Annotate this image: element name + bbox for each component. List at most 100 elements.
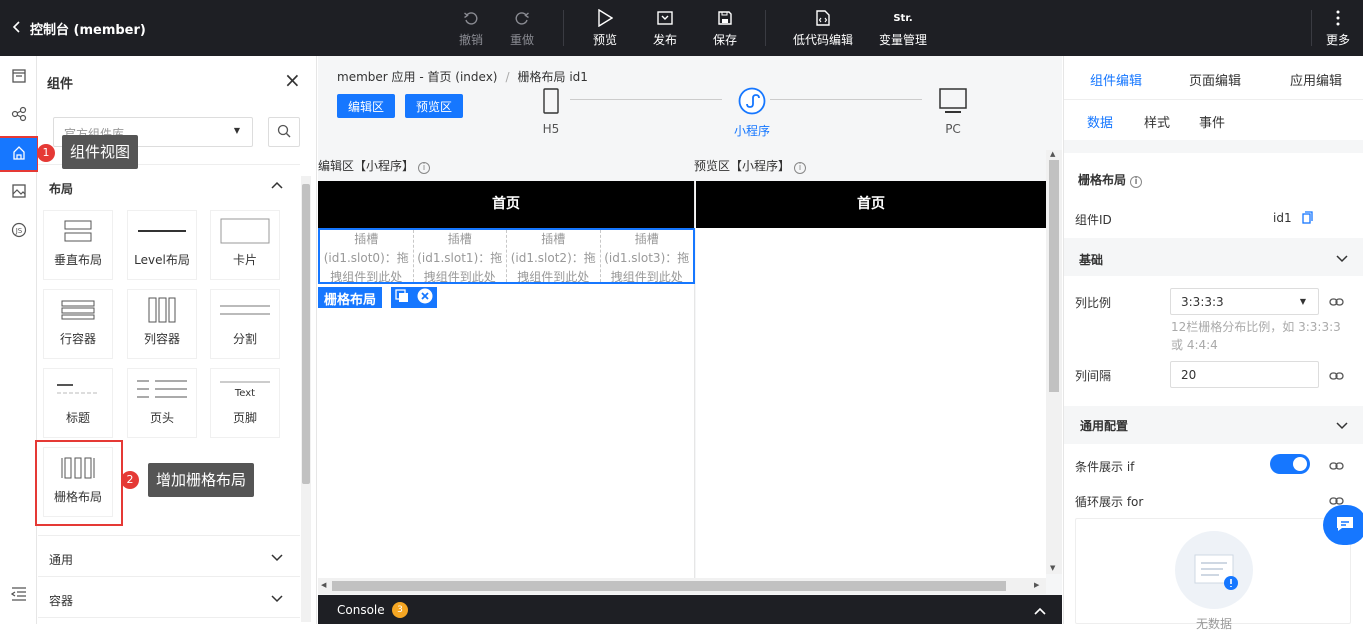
preview-zone-button[interactable]: 预览区 [405,94,464,118]
comp-header[interactable]: 页头 [127,368,197,438]
rail-tree[interactable] [0,100,37,130]
scroll-thumb[interactable] [1049,160,1059,392]
publish-button[interactable]: 发布 [635,8,695,48]
chevron-down-icon[interactable] [271,551,283,565]
info-icon[interactable]: i [794,162,807,174]
scroll-down-arrow-icon[interactable]: ▼ [1050,564,1055,572]
device-label: H5 [542,122,560,136]
back-button[interactable]: 控制台 (member) [12,19,146,38]
variable-str-icon: Str. [893,12,913,24]
device-miniprogram[interactable]: 小程序 [722,86,782,139]
preview-zone-text: 预览区【小程序】 [694,159,791,173]
edit-zone-button[interactable]: 编辑区 [337,94,396,118]
comp-heading[interactable]: 标题 [43,368,113,438]
scroll-left-arrow-icon[interactable]: ◀ [321,581,326,589]
rail-scripts[interactable]: JS [0,216,37,246]
more-button[interactable]: 更多 [1308,8,1363,48]
grid-selection-tag[interactable]: 栅格布局 [318,287,383,308]
tab-page-edit[interactable]: 页面编辑 [1189,70,1241,89]
chevron-up-icon[interactable] [1034,604,1046,618]
tab-component-edit[interactable]: 组件编辑 [1090,70,1142,89]
link-icon[interactable] [1329,296,1344,310]
rail-assets[interactable] [0,177,37,207]
scroll-up-arrow-icon[interactable]: ▲ [1050,150,1055,158]
grid-layout-block[interactable]: 插槽 (id1.slot0)：拖 拽组件到此处 插槽 (id1.slot1)：拖 拽组件… [318,228,695,284]
link-icon[interactable] [1329,460,1344,474]
subtab-data[interactable]: 数据 [1087,112,1113,131]
rail-collapse[interactable] [0,580,37,610]
device-pc[interactable]: PC [933,86,973,136]
chat-icon [1336,516,1354,535]
component-name: 栅格布局 [1078,173,1127,187]
device-label: 小程序 [733,124,770,138]
group-container-title: 容器 [49,594,74,608]
chevron-down-icon[interactable] [1336,419,1348,433]
info-icon[interactable]: i [1130,176,1143,188]
edit-canvas[interactable]: 首页 插槽 (id1.slot0)：拖 拽组件到此处 插槽 (id1.slot1)：拖… [318,181,695,578]
breadcrumb-app[interactable]: member 应用 - 首页 (index) [337,70,497,84]
scroll-thumb[interactable] [332,581,1006,591]
preview-button[interactable]: 预览 [575,8,635,48]
breadcrumb-current: 栅格布局 id1 [517,70,588,84]
dropdown-arrow-icon: ▼ [1299,297,1306,306]
step-badge-1: 1 [37,144,55,162]
grid-slot-1[interactable]: 插槽 (id1.slot1)：拖 拽组件到此处 [414,230,507,282]
panel-title: 组件 [47,77,74,92]
comp-divider[interactable]: 分割 [210,289,280,359]
close-icon[interactable]: × [284,70,301,90]
preview-zone-label: 预览区【小程序】 i [694,157,807,174]
comp-card[interactable]: 卡片 [210,210,280,280]
section-gap [1064,140,1363,153]
copy-icon[interactable] [395,289,409,306]
redo-button[interactable]: 重做 [492,8,552,48]
slot-line: 拽组件到此处 [330,270,403,282]
canvas-vertical-scrollbar[interactable]: ▲ ▼ [1046,150,1062,574]
section-general-header[interactable]: 通用配置 [1064,406,1363,444]
monitor-icon [933,86,973,116]
if-toggle[interactable] [1270,454,1310,474]
component-view-icon [11,145,27,164]
chevron-down-icon[interactable] [1336,252,1348,266]
grid-slot-2[interactable]: 插槽 (id1.slot2)：拖 拽组件到此处 [507,230,601,282]
chevron-down-icon[interactable] [271,592,283,606]
highlight-grid-layout [35,440,123,526]
comp-column-container[interactable]: 列容器 [127,289,197,359]
device-h5[interactable]: H5 [531,86,571,136]
comp-level-layout[interactable]: Level布局 [127,210,197,280]
console-bar[interactable]: Console 3 [318,595,1062,624]
delete-icon[interactable] [417,288,433,307]
section-basic-title: 基础 [1079,253,1104,267]
ratio-select[interactable]: 3:3:3:3 ▼ [1170,288,1319,315]
card-preview-icon [211,211,279,251]
rail-pages[interactable] [0,62,37,92]
info-icon[interactable]: i [418,162,431,174]
grid-slot-0[interactable]: 插槽 (id1.slot0)：拖 拽组件到此处 [320,230,414,282]
subtab-events[interactable]: 事件 [1199,112,1225,131]
gap-input[interactable] [1170,361,1319,388]
link-icon[interactable] [1329,370,1344,384]
chat-float-button[interactable] [1323,505,1363,545]
device-track [770,99,922,100]
panel-scrollbar[interactable] [301,176,311,622]
library-search-button[interactable] [268,117,300,147]
lowcode-button[interactable]: 低代码编辑 [788,8,858,48]
section-basic-header[interactable]: 基础 [1064,238,1363,276]
comp-row-container[interactable]: 行容器 [43,289,113,359]
comp-vertical-layout[interactable]: 垂直布局 [43,210,113,280]
edit-zone-text: 编辑区【小程序】 [318,159,415,173]
callout-component-view: 组件视图 [62,135,139,169]
rail-components[interactable] [0,136,39,172]
comp-footer[interactable]: Text 页脚 [210,368,280,438]
scroll-right-arrow-icon[interactable]: ▶ [1034,581,1039,589]
subtab-style[interactable]: 样式 [1144,112,1170,131]
chevron-up-icon[interactable] [271,178,283,192]
tab-app-edit[interactable]: 应用编辑 [1290,70,1342,89]
scroll-thumb[interactable] [302,184,310,484]
canvas-horizontal-scrollbar[interactable]: ◀ ▶ [318,578,1046,594]
variable-button[interactable]: Str. 变量管理 [870,8,936,48]
grid-slot-3[interactable]: 插槽 (id1.slot3)：拖 拽组件到此处 [601,230,694,282]
vertical-layout-preview-icon [44,211,112,251]
divider [1064,99,1363,100]
save-button[interactable]: 保存 [695,8,755,48]
copy-icon[interactable] [1302,211,1313,227]
